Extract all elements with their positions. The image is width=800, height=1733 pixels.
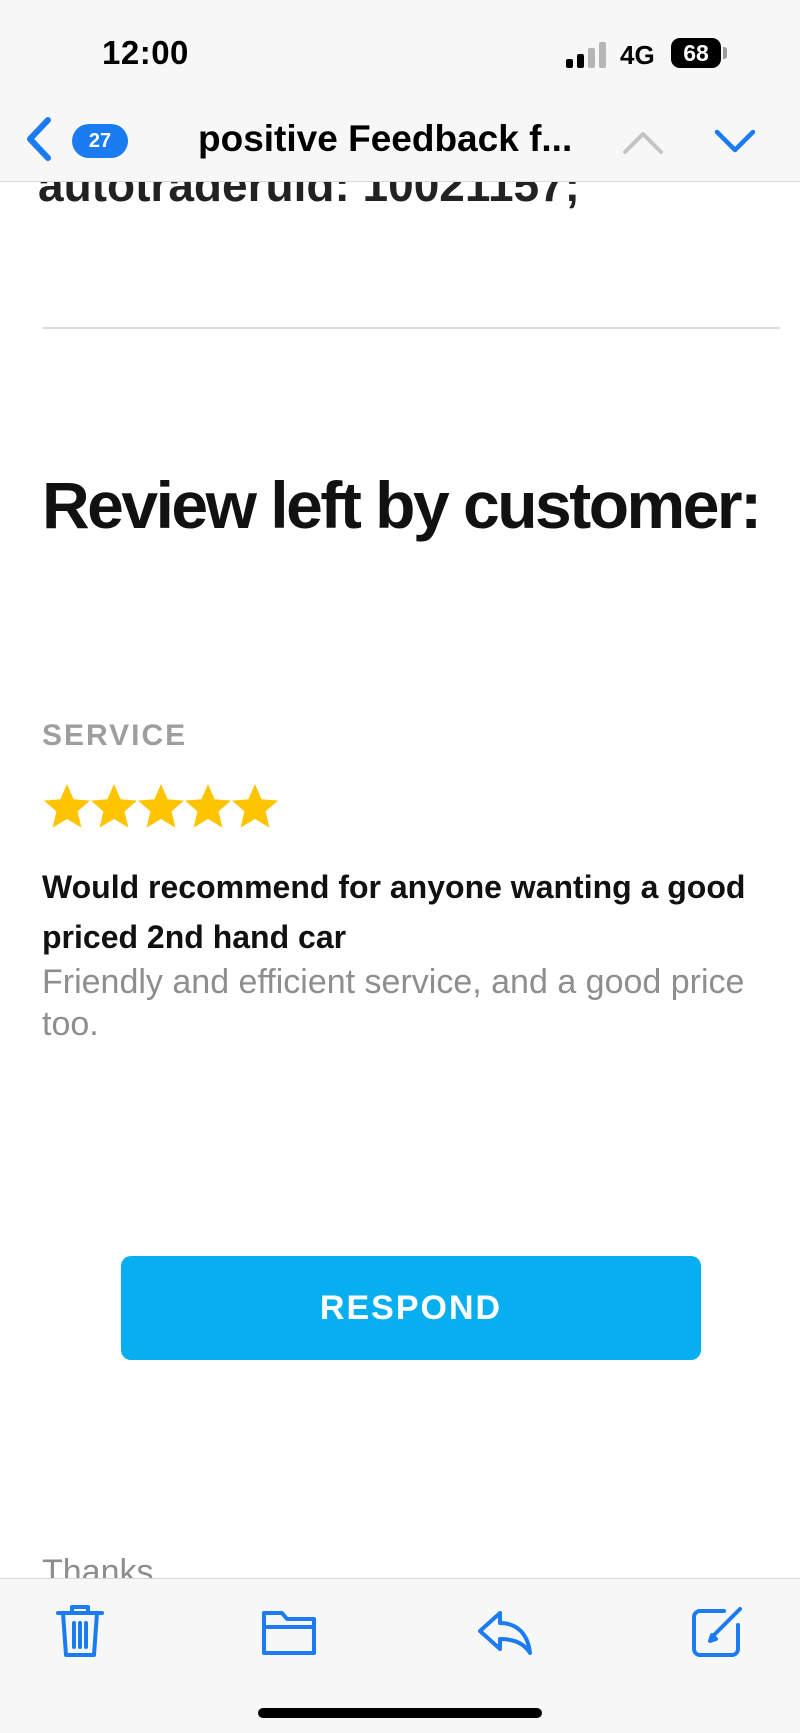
divider (42, 327, 780, 329)
chevron-down-icon[interactable] (712, 122, 758, 162)
signal-bar (566, 59, 573, 68)
star-icon (232, 784, 278, 828)
unread-count-badge[interactable]: 27 (72, 124, 128, 158)
respond-button[interactable]: RESPOND (121, 1256, 701, 1360)
email-subject-title: positive Feedback f... (198, 118, 573, 159)
network-type: 4G (620, 40, 655, 70)
review-body: Friendly and efficient service, and a go… (42, 963, 745, 1043)
star-rating (42, 782, 278, 832)
status-time: 12:00 (102, 34, 189, 71)
signal-bar (599, 42, 606, 68)
home-indicator[interactable] (258, 1708, 542, 1718)
battery-level: 68 (671, 38, 721, 68)
reply-icon[interactable] (474, 1601, 534, 1661)
star-icon (138, 784, 184, 828)
nav-bar: 27 positive Feedback f... (0, 100, 800, 182)
trash-icon[interactable] (50, 1601, 110, 1661)
cellular-signal-icon (566, 42, 610, 68)
star-icon (185, 784, 231, 828)
status-bar: 12:00 4G 68 (0, 0, 800, 100)
chevron-left-icon[interactable] (22, 114, 56, 164)
review-heading: Review left by customer: (42, 468, 762, 542)
compose-icon[interactable] (688, 1601, 748, 1661)
folder-icon[interactable] (260, 1601, 320, 1661)
signal-bar (577, 54, 584, 68)
chevron-up-icon[interactable] (620, 122, 666, 162)
star-icon (44, 784, 90, 828)
star-icon (91, 784, 137, 828)
service-label: SERVICE (42, 719, 188, 752)
mail-screen: 12:00 4G 68 27 positive Feedback f... au… (0, 0, 800, 1733)
signal-bar (588, 48, 595, 68)
review-title: Would recommend for anyone wanting a goo… (42, 869, 746, 955)
battery-icon (723, 47, 727, 59)
